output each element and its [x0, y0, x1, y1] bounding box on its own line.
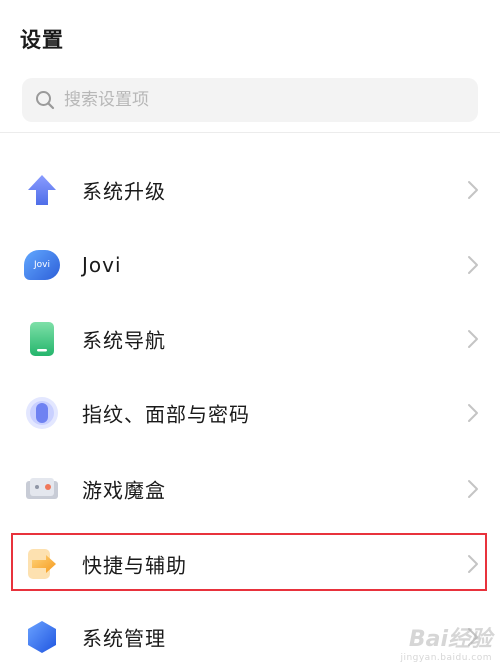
- chevron-right-icon: [468, 330, 478, 348]
- highlight-box: [11, 533, 487, 591]
- chevron-right-icon: [468, 480, 478, 498]
- system-upgrade-icon: [22, 170, 62, 210]
- settings-item-system-navigation[interactable]: 系统导航: [0, 306, 500, 372]
- page-title: 设置: [20, 28, 64, 52]
- game-box-icon: [22, 469, 62, 509]
- watermark: Bai经验 jingyan.baidu.com: [400, 621, 492, 663]
- settings-item-fingerprint-face-password[interactable]: 指纹、面部与密码: [0, 380, 500, 446]
- settings-item-label: 系统升级: [82, 179, 166, 204]
- search-input[interactable]: [64, 90, 444, 110]
- settings-item-system-upgrade[interactable]: 系统升级: [0, 157, 500, 223]
- settings-item-jovi[interactable]: Jovi Jovi: [0, 232, 500, 298]
- chevron-right-icon: [468, 404, 478, 422]
- settings-item-game-box[interactable]: 游戏魔盒: [0, 456, 500, 522]
- jovi-icon-text: Jovi: [34, 260, 50, 270]
- chevron-right-icon: [468, 256, 478, 274]
- system-management-icon: [22, 617, 62, 657]
- search-bar[interactable]: [22, 78, 478, 122]
- fingerprint-icon: [22, 393, 62, 433]
- watermark-url: jingyan.baidu.com: [400, 653, 492, 663]
- settings-item-label: 游戏魔盒: [82, 478, 166, 503]
- settings-item-label: 系统管理: [82, 626, 166, 651]
- system-navigation-icon: [22, 319, 62, 359]
- settings-item-label: 指纹、面部与密码: [82, 402, 250, 427]
- jovi-icon: Jovi: [22, 245, 62, 285]
- watermark-text: Bai经验: [408, 627, 492, 652]
- chevron-right-icon: [468, 181, 478, 199]
- settings-item-label: 系统导航: [82, 328, 166, 353]
- settings-item-label: Jovi: [82, 253, 122, 277]
- search-icon: [36, 91, 55, 110]
- divider: [0, 132, 500, 133]
